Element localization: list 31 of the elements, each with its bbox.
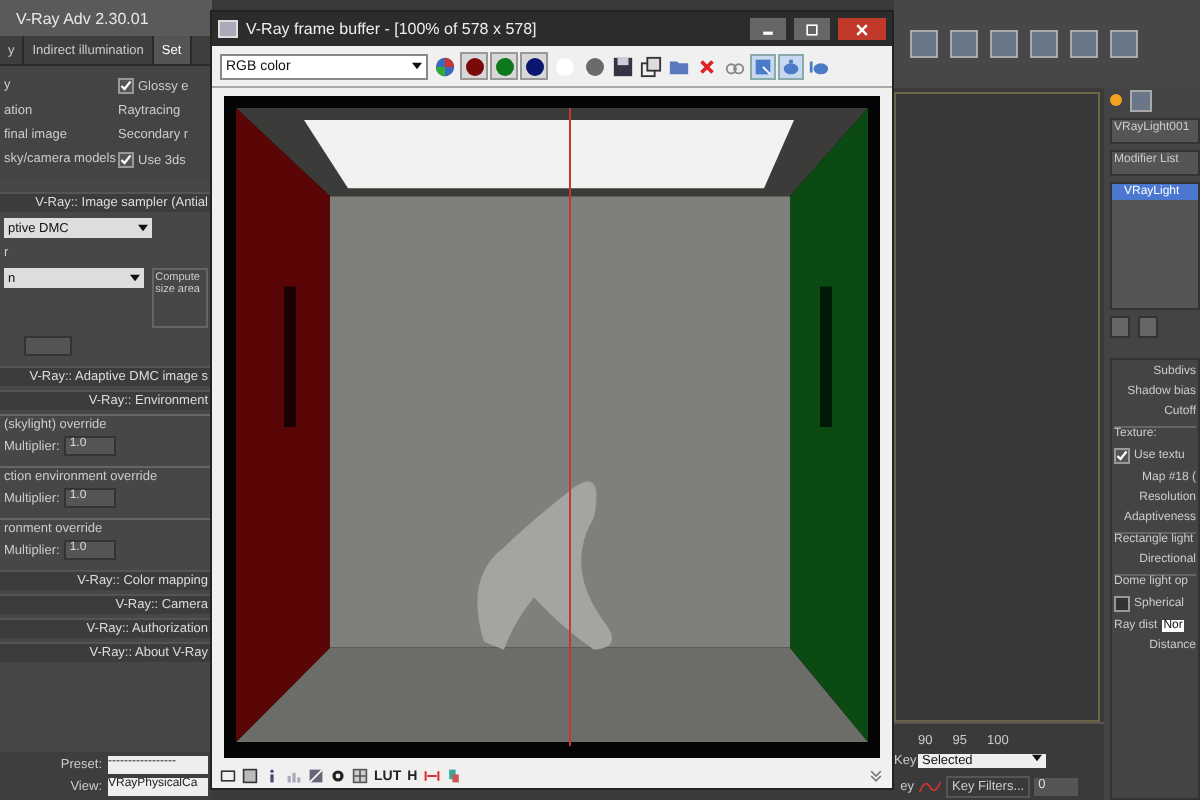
- checkbox[interactable]: [118, 152, 134, 168]
- color-wheel-icon[interactable]: [434, 55, 456, 77]
- curve-icon[interactable]: [918, 778, 942, 796]
- tab-icon[interactable]: [1130, 89, 1152, 111]
- light-icon[interactable]: [1110, 94, 1122, 106]
- window-icon: [218, 20, 238, 38]
- clear-icon[interactable]: [696, 55, 718, 77]
- save-icon[interactable]: [612, 55, 634, 77]
- copy-icon[interactable]: [640, 55, 662, 77]
- window-title: V-Ray frame buffer - [100% of 578 x 578]: [246, 20, 539, 38]
- caret-icon: [1032, 754, 1042, 762]
- gear-icon[interactable]: [330, 768, 346, 784]
- checkbox[interactable]: [118, 78, 134, 94]
- maximize-button[interactable]: [794, 18, 830, 40]
- minimize-button[interactable]: [750, 18, 786, 40]
- maximize-icon: [804, 21, 820, 37]
- checkbox[interactable]: [1114, 448, 1130, 464]
- info-icon[interactable]: [264, 768, 280, 784]
- window-title: V-Ray Adv 2.30.01: [16, 9, 149, 27]
- close-button[interactable]: [838, 18, 886, 40]
- window-icon[interactable]: [220, 768, 236, 784]
- layers-icon[interactable]: [445, 768, 462, 784]
- caret-icon: [138, 224, 148, 232]
- caret-icon: [412, 62, 422, 70]
- checkbox[interactable]: [1114, 596, 1130, 612]
- spinner-field[interactable]: [24, 336, 72, 356]
- compare-icon[interactable]: [423, 768, 440, 784]
- close-icon: [854, 21, 870, 37]
- region-render-icon[interactable]: [752, 55, 774, 77]
- caret-icon: [129, 274, 140, 282]
- expand-icon[interactable]: [868, 768, 884, 784]
